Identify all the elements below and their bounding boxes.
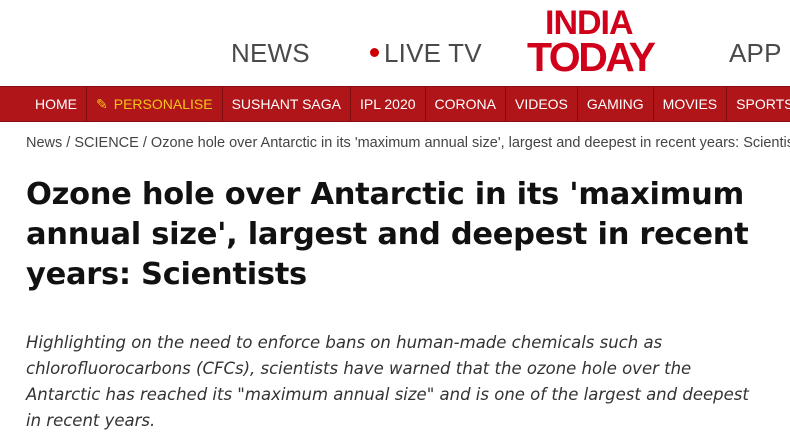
breadcrumb-current: Ozone hole over Antarctic in its 'maximu… bbox=[150, 135, 790, 151]
app-link[interactable]: APP bbox=[729, 38, 782, 69]
nav-item-label: VIDEOS bbox=[514, 96, 568, 112]
nav-item-sushant-saga[interactable]: SUSHANT SAGA bbox=[223, 87, 351, 121]
nav-item-movies[interactable]: MOVIES bbox=[654, 87, 728, 121]
nav-item-videos[interactable]: VIDEOS bbox=[506, 87, 578, 121]
live-dot-icon bbox=[370, 47, 379, 57]
nav-item-label: PERSONALISE bbox=[113, 96, 213, 112]
nav-item-label: GAMING bbox=[586, 96, 644, 112]
breadcrumb-separator: / bbox=[138, 135, 151, 151]
breadcrumb-science-link[interactable]: SCIENCE bbox=[74, 135, 138, 151]
breadcrumb-news-link[interactable]: News bbox=[26, 135, 62, 151]
article-title: Ozone hole over Antarctic in its 'maximu… bbox=[26, 177, 749, 292]
nav-item-label: SPORTS bbox=[736, 96, 790, 112]
nav-item-label: SUSHANT SAGA bbox=[231, 96, 341, 112]
nav-item-label: HOME bbox=[35, 96, 77, 112]
site-header: NEWS LIVE TV INDIA TODAY APP bbox=[0, 0, 790, 86]
logo-line2: TODAY bbox=[527, 34, 656, 80]
live-tv-label: LIVE TV bbox=[384, 38, 482, 68]
nav-item-label: MOVIES bbox=[662, 96, 718, 112]
breadcrumb-separator: / bbox=[62, 135, 75, 151]
nav-item-gaming[interactable]: GAMING bbox=[578, 87, 654, 121]
nav-item-ipl-2020[interactable]: IPL 2020 bbox=[351, 87, 426, 121]
nav-item-home[interactable]: HOME bbox=[0, 87, 87, 121]
india-today-logo[interactable]: INDIA TODAY bbox=[527, 6, 675, 78]
nav-item-personalise[interactable]: ✎ PERSONALISE bbox=[87, 87, 223, 121]
breadcrumb: News / SCIENCE / Ozone hole over Antarct… bbox=[26, 135, 790, 151]
nav-item-label: CORONA bbox=[434, 96, 496, 112]
article-summary: Highlighting on the need to enforce bans… bbox=[26, 333, 749, 430]
nav-item-label: IPL 2020 bbox=[360, 96, 416, 112]
nav-item-sports[interactable]: SPORTS bbox=[727, 87, 790, 121]
nav-item-corona[interactable]: CORONA bbox=[426, 87, 506, 121]
live-tv-link[interactable]: LIVE TV bbox=[370, 38, 482, 69]
pencil-icon: ✎ bbox=[96, 95, 108, 112]
news-link[interactable]: NEWS bbox=[231, 38, 310, 69]
main-nav: HOME ✎ PERSONALISE SUSHANT SAGA IPL 2020 … bbox=[0, 86, 790, 122]
